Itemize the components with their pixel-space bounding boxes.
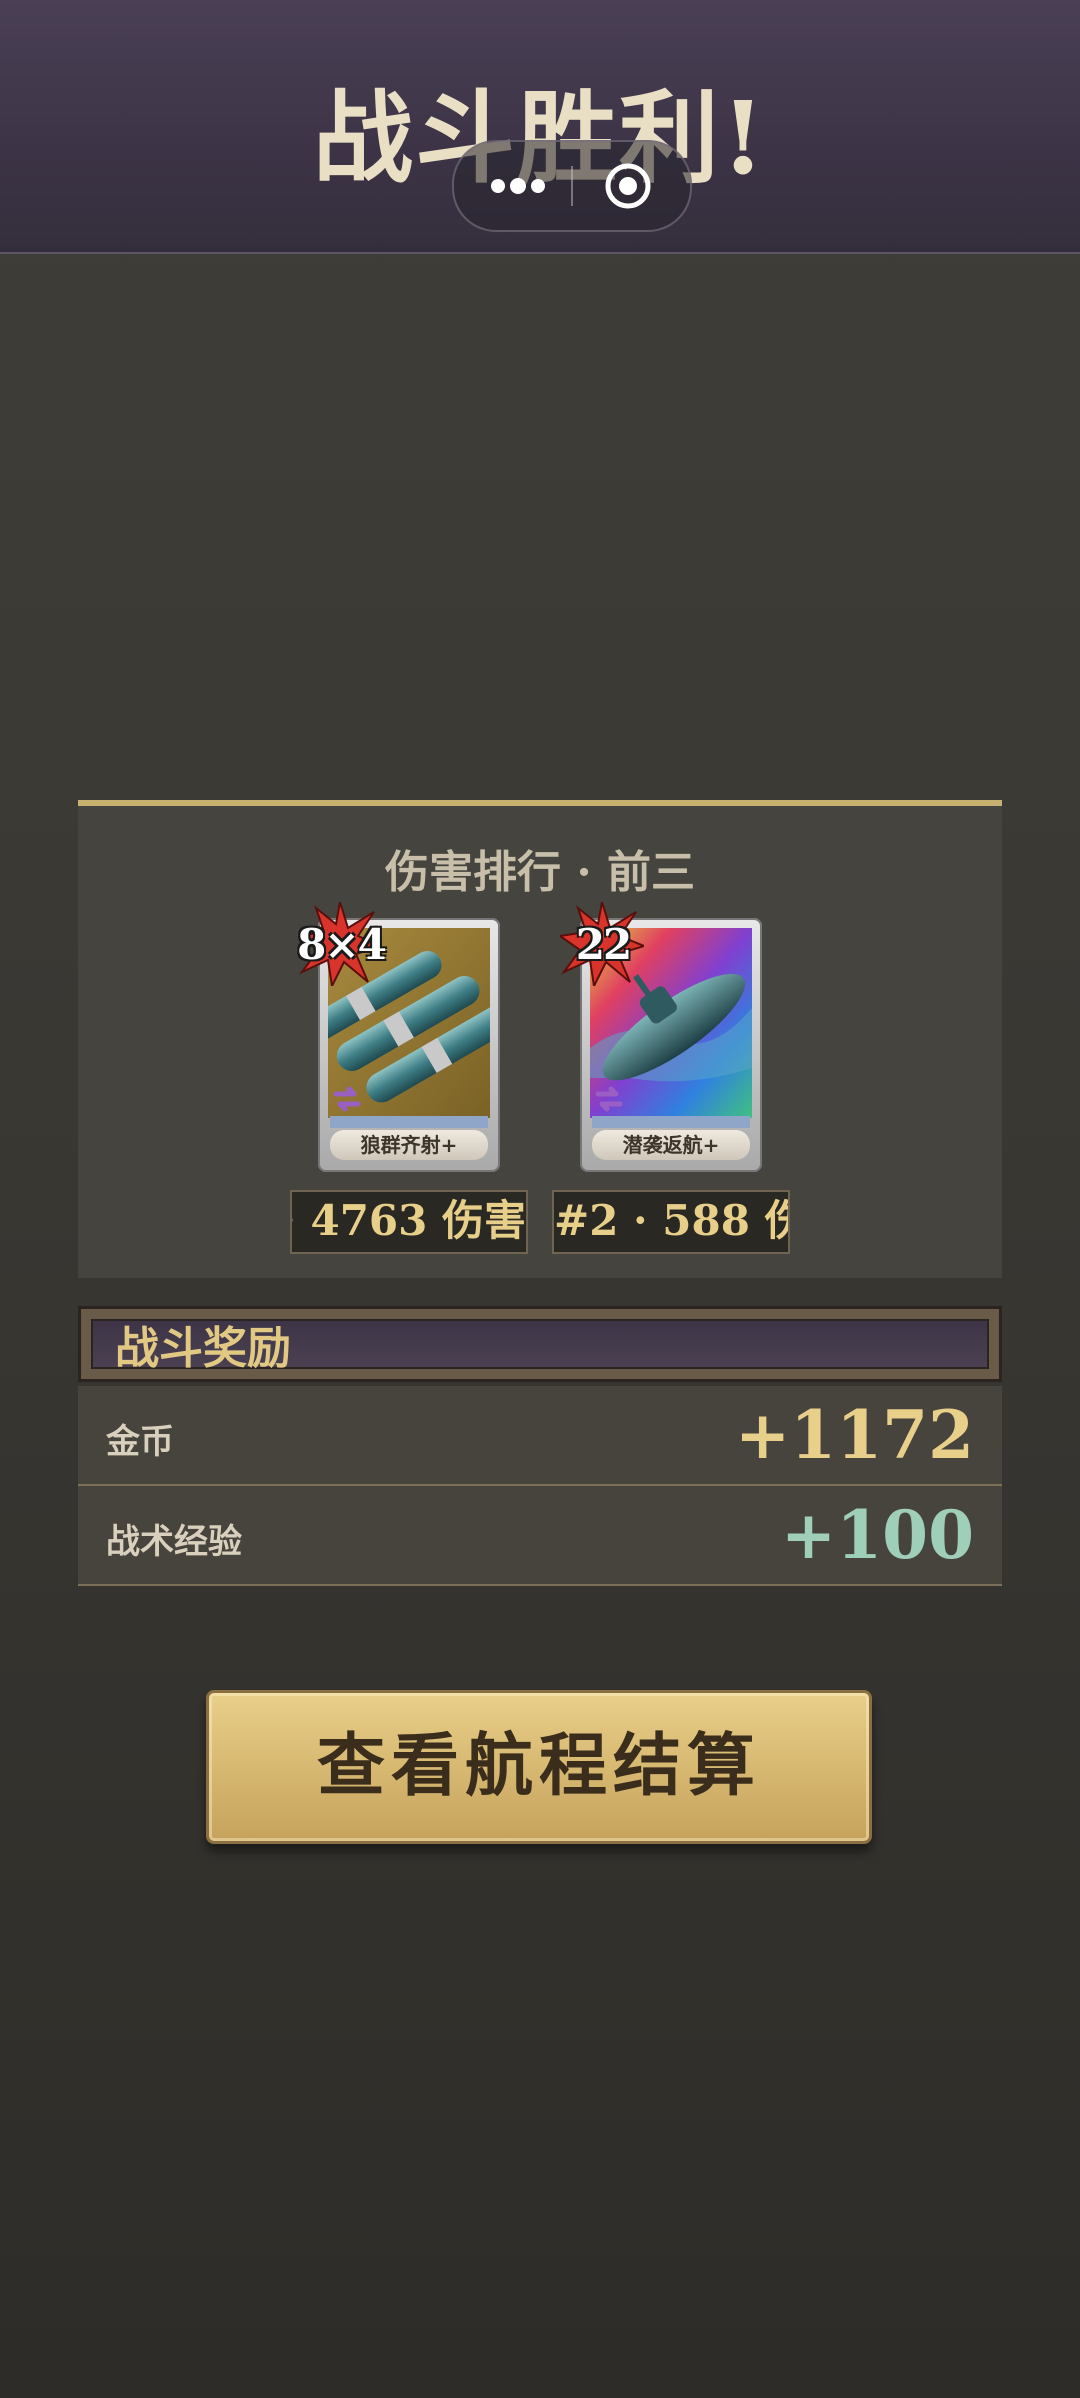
card-damage-badge: 22 [575,920,632,969]
miniprogram-capsule[interactable] [452,140,692,232]
close-target-icon[interactable] [604,162,652,210]
card-stripe [330,1116,488,1128]
damage-ranking-panel: 伤害排行 · 前三 狼群齐射+ 8×4 4763 伤害 潜袭返航+ 22 #2 … [78,800,1002,1278]
ranking-card-1[interactable]: 狼群齐射+ 8×4 [297,902,500,1172]
reward-value: +1172 [735,1396,974,1474]
battle-rewards-panel: 战斗奖励 金币 +1172 战术经验 +100 [78,1306,1002,1586]
reward-row-exp: 战术经验 +100 [78,1486,1002,1586]
header-bar: 战斗胜利! [0,0,1080,254]
card-damage-badge: 8×4 [297,920,387,969]
rewards-title: 战斗奖励 [115,1323,291,1374]
reward-label: 战术经验 [106,1522,242,1562]
rewards-header-inner: 战斗奖励 [91,1319,989,1374]
swap-arrows-icon [333,1086,361,1112]
capsule-divider [571,166,573,206]
reward-label: 金币 [106,1422,174,1462]
card-name: 狼群齐射+ [330,1130,488,1160]
swap-arrows-icon [595,1086,623,1112]
damage-label-2: #2 · 588 伤害 [552,1190,790,1254]
card-stripe [592,1116,750,1128]
reward-row-gold: 金币 +1172 [78,1386,1002,1486]
damage-label-text: #2 · 588 伤害 [554,1196,788,1245]
view-voyage-settlement-button[interactable]: 查看航程结算 [206,1690,872,1844]
menu-dots-icon[interactable] [488,172,548,200]
ranking-title: 伤害排行 · 前三 [385,847,695,898]
reward-value: +100 [780,1496,974,1574]
card-name: 潜袭返航+ [592,1130,750,1160]
damage-label-1: #1 · 4763 伤害 [290,1190,528,1254]
rewards-header: 战斗奖励 [78,1306,1002,1382]
ranking-card-2[interactable]: 潜袭返航+ 22 [560,902,762,1172]
damage-label-text: #1 · 4763 伤害 [292,1196,526,1245]
